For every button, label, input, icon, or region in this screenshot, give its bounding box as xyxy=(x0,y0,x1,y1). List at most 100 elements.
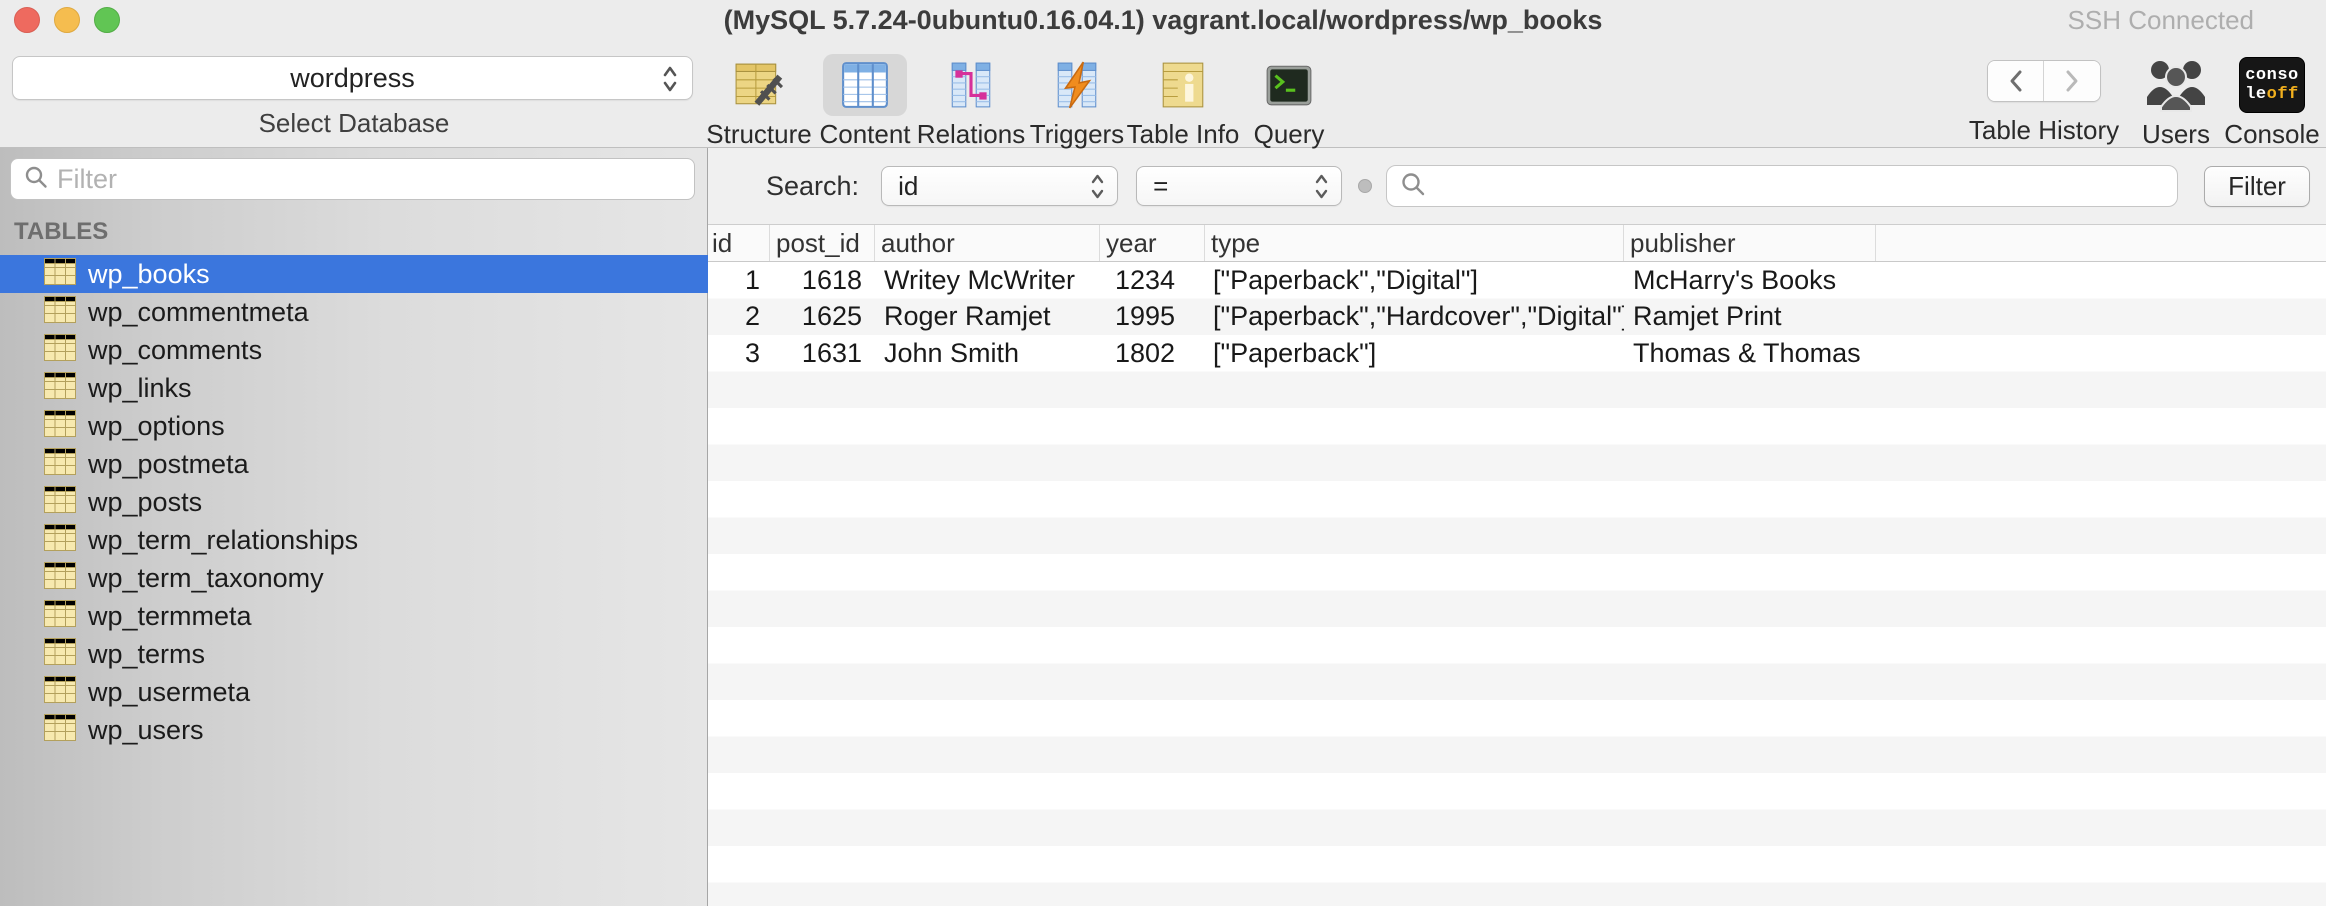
search-icon xyxy=(23,164,49,195)
structure-icon xyxy=(717,54,801,116)
table-name: wp_commentmeta xyxy=(88,297,309,328)
column-header[interactable]: id xyxy=(708,225,770,261)
ssh-status: SSH Connected xyxy=(2068,0,2254,40)
column-header[interactable]: type xyxy=(1205,225,1624,261)
console-label: Console xyxy=(2224,119,2319,150)
history-back-button[interactable] xyxy=(1988,61,2044,101)
sidebar-table-item[interactable]: wp_comments xyxy=(0,331,708,369)
table-name: wp_users xyxy=(88,715,204,746)
main-area: TABLES wp_books xyxy=(0,148,2326,906)
table-name: wp_term_relationships xyxy=(88,525,358,556)
sidebar-table-item[interactable]: wp_posts xyxy=(0,483,708,521)
cell-post-id: 1631 xyxy=(770,338,875,369)
filter-button[interactable]: Filter xyxy=(2204,166,2310,207)
column-header[interactable]: year xyxy=(1100,225,1205,261)
sidebar-table-item[interactable]: wp_termmeta xyxy=(0,597,708,635)
table-icon xyxy=(44,676,76,708)
toolbar-right: Table History Users xyxy=(1960,40,2320,150)
users-button[interactable]: Users xyxy=(2128,40,2224,150)
cell-type: ["Paperback"] xyxy=(1205,338,1624,369)
table-row[interactable]: 3 1631 John Smith 1802 ["Paperback"] Tho… xyxy=(708,335,2326,372)
content-area: Search: id = xyxy=(708,148,2326,906)
view-buttons: Structure Content xyxy=(706,40,1342,150)
sidebar-table-item[interactable]: wp_terms xyxy=(0,635,708,673)
column-header-filler xyxy=(1876,225,2326,261)
column-header[interactable]: author xyxy=(875,225,1100,261)
table-name: wp_postmeta xyxy=(88,449,249,480)
cell-post-id: 1618 xyxy=(770,265,875,296)
sidebar-table-item[interactable]: wp_term_taxonomy xyxy=(0,559,708,597)
column-header[interactable]: publisher xyxy=(1624,225,1876,261)
console-icon-line2-accent: off xyxy=(2267,85,2299,104)
table-name: wp_term_taxonomy xyxy=(88,563,324,594)
query-button[interactable]: Query xyxy=(1236,40,1342,150)
users-icon xyxy=(2134,54,2218,116)
database-select-value: wordpress xyxy=(290,63,415,94)
triggers-icon xyxy=(1035,54,1119,116)
cell-id: 1 xyxy=(708,265,770,296)
cell-author: John Smith xyxy=(875,338,1100,369)
sidebar: TABLES wp_books xyxy=(0,148,708,906)
table-icon xyxy=(44,562,76,594)
console-button[interactable]: conso leoff Console xyxy=(2224,40,2320,150)
cell-year: 1234 xyxy=(1100,265,1205,296)
table-name: wp_termmeta xyxy=(88,601,252,632)
table-row[interactable]: 1 1618 Writey McWriter 1234 ["Paperback"… xyxy=(708,262,2326,299)
table-icon xyxy=(44,334,76,366)
table-filter-field xyxy=(10,158,695,200)
search-label: Search: xyxy=(766,171,859,202)
cell-year: 1802 xyxy=(1100,338,1205,369)
search-column-value: id xyxy=(898,171,918,202)
database-select[interactable]: wordpress xyxy=(12,56,693,100)
table-row[interactable]: 2 1625 Roger Ramjet 1995 ["Paperback","H… xyxy=(708,299,2326,336)
table-filter-input[interactable] xyxy=(57,161,694,197)
content-icon xyxy=(823,54,907,116)
table-history-label: Table History xyxy=(1969,115,2119,146)
table-name: wp_books xyxy=(88,259,210,290)
select-database-label: Select Database xyxy=(0,108,708,139)
table-icon xyxy=(44,258,76,290)
database-selector-area: wordpress Select Database xyxy=(0,40,708,148)
search-icon xyxy=(1399,170,1427,203)
table-icon xyxy=(44,600,76,632)
table-icon xyxy=(44,448,76,480)
sidebar-table-item[interactable]: wp_users xyxy=(0,711,708,749)
cell-post-id: 1625 xyxy=(770,301,875,332)
history-forward-button[interactable] xyxy=(2044,61,2100,101)
relations-icon xyxy=(929,54,1013,116)
structure-button[interactable]: Structure xyxy=(706,40,812,150)
relations-button[interactable]: Relations xyxy=(918,40,1024,150)
table-name: wp_comments xyxy=(88,335,262,366)
sidebar-table-item[interactable]: wp_links xyxy=(0,369,708,407)
sidebar-table-item[interactable]: wp_usermeta xyxy=(0,673,708,711)
table-list: wp_books wp_commentmeta xyxy=(0,255,708,749)
column-header[interactable]: post_id xyxy=(770,225,875,261)
search-operator-value: = xyxy=(1153,171,1168,202)
search-column-select[interactable]: id xyxy=(881,166,1118,206)
console-icon-line2-white: le xyxy=(2245,85,2266,104)
chevron-up-down-icon xyxy=(1314,172,1329,206)
sidebar-table-item[interactable]: wp_commentmeta xyxy=(0,293,708,331)
table-icon xyxy=(44,638,76,670)
sidebar-table-item[interactable]: wp_term_relationships xyxy=(0,521,708,559)
cell-publisher: Thomas & Thomas xyxy=(1624,338,1876,369)
table-icon xyxy=(44,296,76,328)
content-button[interactable]: Content xyxy=(812,40,918,150)
sidebar-table-item[interactable]: wp_postmeta xyxy=(0,445,708,483)
window-title: (MySQL 5.7.24-0ubuntu0.16.04.1) vagrant.… xyxy=(0,0,2326,40)
table-body: 1 1618 Writey McWriter 1234 ["Paperback"… xyxy=(708,262,2326,906)
sidebar-table-item[interactable]: wp_books xyxy=(0,255,708,293)
search-value-input[interactable] xyxy=(1435,168,2177,204)
toolbar: wordpress Select Database S xyxy=(0,40,2326,148)
sidebar-table-item[interactable]: wp_options xyxy=(0,407,708,445)
table-info-button[interactable]: Table Info xyxy=(1130,40,1236,150)
search-value-field xyxy=(1386,165,2178,207)
chevron-up-down-icon xyxy=(662,64,678,99)
table-icon xyxy=(44,372,76,404)
cell-author: Writey McWriter xyxy=(875,265,1100,296)
app-window: (MySQL 5.7.24-0ubuntu0.16.04.1) vagrant.… xyxy=(0,0,2326,906)
query-icon xyxy=(1247,54,1331,116)
triggers-button[interactable]: Triggers xyxy=(1024,40,1130,150)
cell-publisher: McHarry's Books xyxy=(1624,265,1876,296)
search-operator-select[interactable]: = xyxy=(1136,166,1342,206)
